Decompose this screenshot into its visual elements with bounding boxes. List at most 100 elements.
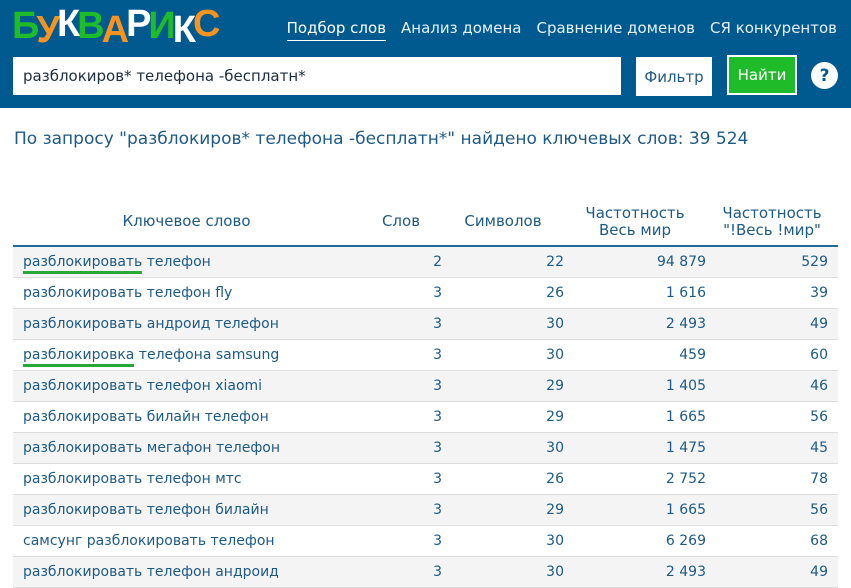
words-cell: 3 — [360, 277, 442, 309]
keyword-text: телефон — [142, 254, 211, 270]
table-row[interactable]: разблокировать телефон андроид 3 30 2 49… — [13, 556, 838, 588]
table-row[interactable]: разблокировать телефон 2 22 94 879 529 — [13, 246, 838, 278]
freq-cell: 2 493 — [564, 308, 706, 340]
keyword-text: разблокировать телефон xiaomi — [23, 378, 263, 394]
col-exact-line1: Частотность — [722, 203, 822, 222]
table-row[interactable]: разблокировать мегафон телефон 3 30 1 47… — [13, 432, 838, 464]
table-row[interactable]: самсунг разблокировать телефон 3 30 6 26… — [13, 525, 838, 557]
words-cell: 3 — [360, 494, 442, 526]
words-cell: 2 — [360, 246, 442, 278]
keyword-text: разблокировать мегафон телефон — [23, 440, 281, 456]
chars-cell: 30 — [442, 308, 564, 340]
col-words[interactable]: Слов — [360, 198, 442, 247]
keyword-text: разблокировать билайн телефон — [23, 409, 269, 425]
nav-domain-compare[interactable]: Сравнение доменов — [536, 19, 695, 41]
freq-cell: 2 752 — [564, 463, 706, 495]
table-row[interactable]: разблокировать телефон fly 3 26 1 616 39 — [13, 277, 838, 309]
words-cell: 3 — [360, 339, 442, 371]
keyword-text: разблокировать телефон андроид — [23, 564, 279, 580]
col-chars[interactable]: Символов — [442, 198, 564, 247]
chars-cell: 30 — [442, 525, 564, 557]
keyword-cell[interactable]: разблокировать телефон — [13, 246, 360, 278]
exact-freq-cell: 529 — [706, 246, 838, 278]
top-nav: Подбор слов Анализ домена Сравнение доме… — [286, 19, 837, 41]
freq-cell: 1 665 — [564, 401, 706, 433]
freq-cell: 94 879 — [564, 246, 706, 278]
words-cell: 3 — [360, 432, 442, 464]
keyword-cell[interactable]: разблокировать телефон fly — [13, 277, 360, 309]
keyword-cell[interactable]: самсунг разблокировать телефон — [13, 525, 360, 557]
nav-competitors[interactable]: СЯ конкурентов — [710, 19, 837, 41]
exact-freq-cell: 60 — [706, 339, 838, 371]
logo-letter: К — [172, 9, 196, 51]
col-keyword[interactable]: Ключевое слово — [13, 198, 360, 247]
chars-cell: 30 — [442, 556, 564, 588]
keyword-cell[interactable]: разблокировать мегафон телефон — [13, 432, 360, 464]
logo-letter: В — [77, 5, 105, 47]
keyword-text: телефона samsung — [134, 347, 280, 363]
result-summary: По запросу "разблокиров* телефона -беспл… — [14, 129, 749, 149]
words-cell: 3 — [360, 463, 442, 495]
chars-cell: 26 — [442, 463, 564, 495]
exact-freq-cell: 68 — [706, 525, 838, 557]
keyword-cell[interactable]: разблокировка телефона samsung — [13, 339, 360, 371]
table-row[interactable]: разблокировать телефон билайн 3 29 1 665… — [13, 494, 838, 526]
chars-cell: 29 — [442, 401, 564, 433]
col-exact-line2: "!Весь !мир" — [723, 220, 821, 239]
chars-cell: 29 — [442, 370, 564, 402]
filter-button[interactable]: Фильтр — [636, 57, 712, 96]
chars-cell: 26 — [442, 277, 564, 309]
table-row[interactable]: разблокировать телефон xiaomi 3 29 1 405… — [13, 370, 838, 402]
logo-letter: Б — [12, 5, 39, 47]
table-row[interactable]: разблокировать телефон мтс 3 26 2 752 78 — [13, 463, 838, 495]
freq-cell: 459 — [564, 339, 706, 371]
words-cell: 3 — [360, 401, 442, 433]
freq-cell: 2 493 — [564, 556, 706, 588]
keyword-text: самсунг разблокировать телефон — [23, 533, 275, 549]
keywords-table: Ключевое слово Слов Символов Частотность… — [13, 198, 838, 588]
help-icon[interactable]: ? — [811, 62, 838, 89]
keyword-cell[interactable]: разблокировать телефон билайн — [13, 494, 360, 526]
col-exact-freq[interactable]: Частотность "!Весь !мир" — [706, 198, 838, 247]
nav-word-selection[interactable]: Подбор слов — [286, 19, 387, 41]
words-cell: 3 — [360, 308, 442, 340]
keyword-cell[interactable]: разблокировать телефон андроид — [13, 556, 360, 588]
keyword-text: разблокировать андроид телефон — [23, 316, 279, 332]
chars-cell: 22 — [442, 246, 564, 278]
logo-letter: Р — [126, 3, 151, 45]
col-freq-line2: Весь мир — [599, 220, 671, 239]
nav-domain-analysis[interactable]: Анализ домена — [401, 19, 521, 41]
logo-letter: К — [56, 3, 80, 45]
exact-freq-cell: 49 — [706, 556, 838, 588]
logo-letter: У — [36, 9, 60, 51]
search-input[interactable] — [13, 57, 621, 95]
col-freq-line1: Частотность — [585, 203, 685, 222]
exact-freq-cell: 46 — [706, 370, 838, 402]
chars-cell: 30 — [442, 339, 564, 371]
keyword-cell[interactable]: разблокировать телефон мтс — [13, 463, 360, 495]
exact-freq-cell: 56 — [706, 401, 838, 433]
exact-freq-cell: 39 — [706, 277, 838, 309]
logo[interactable]: БУКВАРИКС — [12, 3, 220, 50]
chars-cell: 30 — [442, 432, 564, 464]
words-cell: 3 — [360, 556, 442, 588]
keyword-highlight: разблокировка — [23, 347, 135, 367]
table-row[interactable]: разблокировать андроид телефон 3 30 2 49… — [13, 308, 838, 340]
exact-freq-cell: 45 — [706, 432, 838, 464]
table-row[interactable]: разблокировка телефона samsung 3 30 459 … — [13, 339, 838, 371]
exact-freq-cell: 49 — [706, 308, 838, 340]
freq-cell: 1 475 — [564, 432, 706, 464]
keyword-cell[interactable]: разблокировать телефон xiaomi — [13, 370, 360, 402]
header: БУКВАРИКС Подбор слов Анализ домена Срав… — [0, 0, 851, 108]
keyword-cell[interactable]: разблокировать билайн телефон — [13, 401, 360, 433]
keyword-cell[interactable]: разблокировать андроид телефон — [13, 308, 360, 340]
keyword-text: разблокировать телефон билайн — [23, 502, 269, 518]
col-freq[interactable]: Частотность Весь мир — [564, 198, 706, 247]
freq-cell: 6 269 — [564, 525, 706, 557]
table-row[interactable]: разблокировать билайн телефон 3 29 1 665… — [13, 401, 838, 433]
find-button[interactable]: Найти — [727, 55, 797, 95]
logo-letter: А — [101, 9, 130, 51]
freq-cell: 1 665 — [564, 494, 706, 526]
keyword-text: разблокировать телефон fly — [23, 285, 233, 301]
keyword-text: разблокировать телефон мтс — [23, 471, 242, 487]
